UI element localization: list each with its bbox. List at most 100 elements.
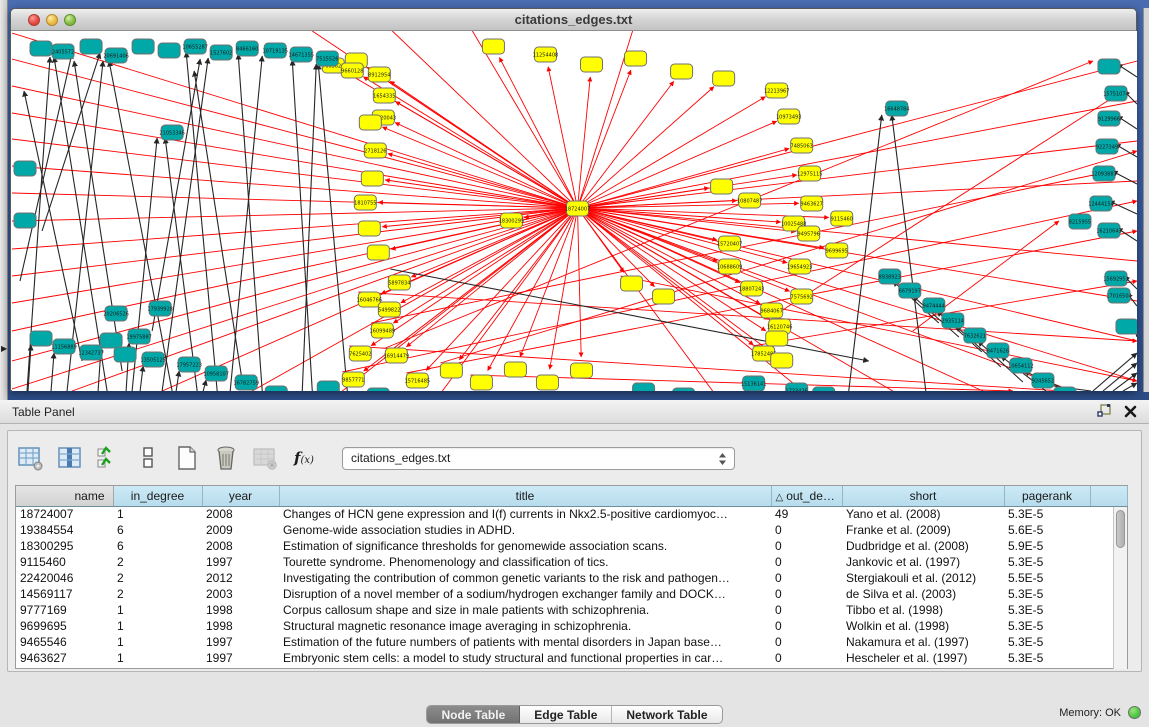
table-cell[interactable]: 1998 (202, 602, 279, 618)
table-row[interactable]: 1938455462009Genome-wide association stu… (16, 522, 1127, 538)
table-cell[interactable]: Structural magnetic resonance image aver… (279, 618, 771, 634)
table-cell[interactable]: 5.9E-5 (1004, 538, 1090, 554)
table-cell[interactable]: Estimation of the future numbers of pati… (279, 634, 771, 650)
table-cell[interactable]: 6 (113, 538, 202, 554)
table-cell[interactable]: 22420046 (16, 570, 113, 586)
table-cell[interactable]: Estimation of significance thresholds fo… (279, 538, 771, 554)
table-cell[interactable]: Embryonic stem cells: a model to study s… (279, 650, 771, 666)
table-cell[interactable]: 6 (113, 522, 202, 538)
table-row[interactable]: 1830029562008Estimation of significance … (16, 538, 1127, 554)
table-cell[interactable]: Wolkin et al. (1998) (842, 618, 1004, 634)
network-node[interactable] (14, 161, 36, 176)
table-cell[interactable]: 2009 (202, 522, 279, 538)
memory-status-indicator[interactable] (1128, 706, 1141, 719)
table-cell[interactable]: Franke et al. (2009) (842, 522, 1004, 538)
table-cell[interactable]: Yano et al. (2008) (842, 506, 1004, 522)
table-cell[interactable]: 1997 (202, 554, 279, 570)
table-cell[interactable]: 5.5E-5 (1004, 570, 1090, 586)
network-node[interactable] (317, 381, 339, 391)
table-cell[interactable]: 19384554 (16, 522, 113, 538)
column-header-short[interactable]: short (842, 486, 1004, 506)
table-cell[interactable]: 1997 (202, 650, 279, 666)
network-node[interactable] (358, 221, 380, 236)
network-node[interactable] (633, 383, 655, 391)
network-node[interactable] (813, 387, 835, 391)
network-node[interactable] (132, 39, 154, 54)
table-cell[interactable]: Nakamura et al. (1997) (842, 634, 1004, 650)
network-node[interactable] (440, 363, 462, 378)
table-cell[interactable]: 0 (771, 522, 842, 538)
network-node[interactable] (673, 388, 695, 391)
table-cell[interactable]: 9777169 (16, 602, 113, 618)
table-cell[interactable]: 1 (113, 602, 202, 618)
table-cell[interactable]: 9465546 (16, 634, 113, 650)
table-cell[interactable]: 1997 (202, 634, 279, 650)
table-cell[interactable]: Tibbo et al. (1998) (842, 602, 1004, 618)
network-node[interactable] (14, 213, 36, 228)
table-cell[interactable]: 5.3E-5 (1004, 634, 1090, 650)
table-row[interactable]: 969969511998Structural magnetic resonanc… (16, 618, 1127, 634)
table-cell[interactable]: 5.3E-5 (1004, 618, 1090, 634)
table-row[interactable]: 911546021997Tourette syndrome. Phenomeno… (16, 554, 1127, 570)
network-node[interactable] (504, 362, 526, 377)
table-cell[interactable]: 0 (771, 602, 842, 618)
network-node[interactable] (581, 57, 603, 72)
table-cell[interactable]: 2012 (202, 570, 279, 586)
column-header-name[interactable]: name (16, 486, 113, 506)
network-node[interactable] (30, 41, 52, 56)
panel-expand-icon[interactable]: ▶ (1, 344, 7, 353)
table-cell[interactable]: 5.3E-5 (1004, 650, 1090, 666)
show-column-icon[interactable] (55, 443, 85, 473)
network-node[interactable] (1116, 319, 1137, 334)
table-cell[interactable]: Disruption of a novel member of a sodium… (279, 586, 771, 602)
network-node[interactable] (80, 39, 102, 54)
network-node[interactable] (1054, 387, 1076, 391)
network-node[interactable] (470, 375, 492, 390)
network-node[interactable] (265, 386, 287, 391)
table-cell[interactable]: 9463627 (16, 650, 113, 666)
table-cell[interactable]: 0 (771, 618, 842, 634)
table-cell[interactable]: Stergiakouli et al. (2012) (842, 570, 1004, 586)
network-node[interactable] (771, 353, 793, 368)
table-cell[interactable]: 2008 (202, 506, 279, 522)
table-cell[interactable]: Corpus callosum shape and size in male p… (279, 602, 771, 618)
table-cell[interactable]: 1 (113, 650, 202, 666)
table-cell[interactable]: 2008 (202, 538, 279, 554)
table-cell[interactable]: Dudbridge et al. (2008) (842, 538, 1004, 554)
network-node[interactable] (158, 43, 180, 58)
table-cell[interactable]: 5.3E-5 (1004, 506, 1090, 522)
table-cell[interactable]: 2 (113, 554, 202, 570)
table-cell[interactable]: 5.3E-5 (1004, 586, 1090, 602)
new-column-icon[interactable] (172, 443, 202, 473)
table-row[interactable]: 2242004622012Investigating the contribut… (16, 570, 1127, 586)
column-header-in_degree[interactable]: in_degree (113, 486, 202, 506)
network-node[interactable] (621, 276, 643, 291)
network-node[interactable] (361, 171, 383, 186)
table-row[interactable]: 1872400712008Changes of HCN gene express… (16, 506, 1127, 522)
table-cell[interactable]: 0 (771, 570, 842, 586)
table-cell[interactable]: 9115460 (16, 554, 113, 570)
select-attributes-icon[interactable] (94, 443, 124, 473)
table-cell[interactable]: 0 (771, 634, 842, 650)
network-node[interactable] (367, 245, 389, 260)
table-cell[interactable]: Hescheler et al. (1997) (842, 650, 1004, 666)
table-cell[interactable]: 1 (113, 618, 202, 634)
table-row[interactable]: 1456911722003Disruption of a novel membe… (16, 586, 1127, 602)
scrollbar-thumb[interactable] (1116, 510, 1125, 548)
table-settings-icon[interactable] (16, 443, 46, 473)
table-cell[interactable]: 1 (113, 634, 202, 650)
network-canvas[interactable]: 1125440876638229660128891295416543352342… (12, 31, 1137, 391)
delete-column-icon[interactable] (211, 443, 241, 473)
row-height-icon[interactable] (133, 443, 163, 473)
column-header-pagerank[interactable]: pagerank (1004, 486, 1090, 506)
column-header-year[interactable]: year (202, 486, 279, 506)
table-cell[interactable]: Jankovic et al. (1997) (842, 554, 1004, 570)
table-cell[interactable]: 5.3E-5 (1004, 602, 1090, 618)
table-cell[interactable]: 2 (113, 570, 202, 586)
table-selector-dropdown[interactable]: citations_edges.txt (342, 447, 735, 470)
table-cell[interactable]: 0 (771, 554, 842, 570)
table-cell[interactable]: 18724007 (16, 506, 113, 522)
network-node[interactable] (570, 363, 592, 378)
table-cell[interactable]: 2 (113, 586, 202, 602)
network-node[interactable] (367, 388, 389, 391)
